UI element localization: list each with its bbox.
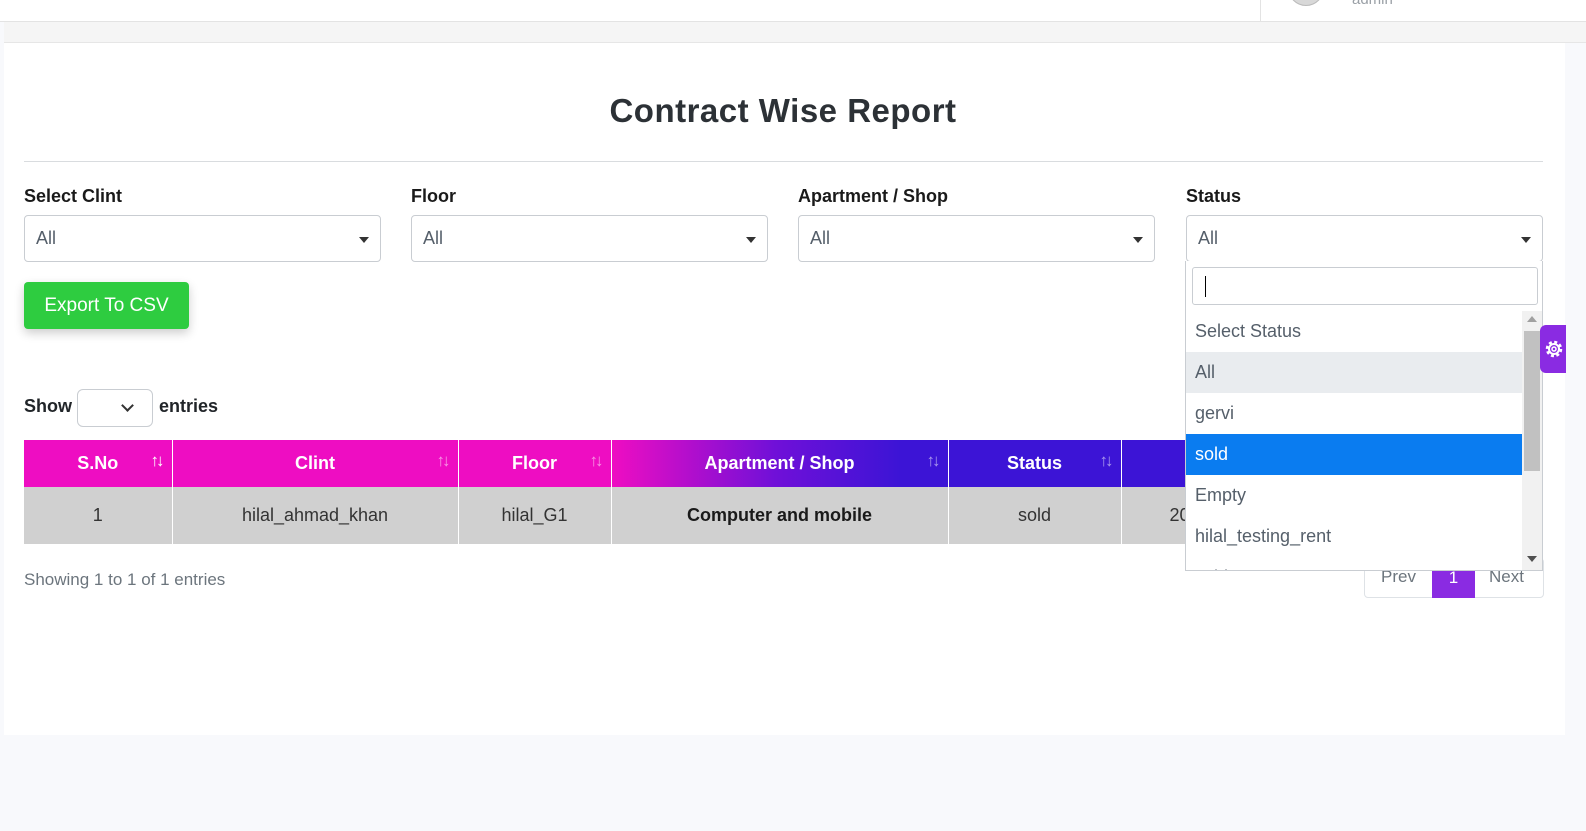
column-header-label: Status [1006,453,1062,473]
client-select[interactable]: All [24,215,381,262]
scrollbar-thumb[interactable] [1524,331,1540,471]
dropdown-option[interactable]: sold [1186,557,1522,570]
cell-floor: hilal_G1 [458,487,612,544]
title-divider [24,161,1543,162]
dropdown-options: Select Status All gervi sold Empty hilal… [1186,311,1522,570]
settings-tab[interactable] [1540,325,1566,373]
column-header-label: S.No [77,453,119,473]
table-row: 1 hilal_ahmad_khan hilal_G1 Computer and… [24,487,1186,544]
cell-apartment: Computer and mobile [611,487,949,544]
report-table-container: S.No ↑↓ Clint ↑↓ Floor ↑↓ Apartment / Shop ↑… [24,440,1186,544]
sort-icon: ↑↓ [589,451,604,470]
dropdown-option[interactable]: All [1186,352,1522,393]
column-header-apartment[interactable]: Apartment / Shop ↑↓ [611,440,949,487]
column-header-status[interactable]: Status ↑↓ [948,440,1122,487]
apartment-select-value: All [810,228,831,248]
client-filter-label: Select Clint [24,186,123,206]
navbar-divider [1260,0,1261,22]
scroll-down-icon[interactable] [1527,556,1537,562]
report-table: S.No ↑↓ Clint ↑↓ Floor ↑↓ Apartment / Shop ↑… [24,440,1186,544]
gear-icon [1545,340,1563,358]
top-navbar: admin [0,0,1586,22]
column-header-label: Apartment / Shop [704,453,855,473]
floor-select-value: All [423,228,444,248]
entries-label: entries [159,396,219,416]
table-info: Showing 1 to 1 of 1 entries [24,570,226,589]
apartment-select[interactable]: All [798,215,1155,262]
cell-client: hilal_ahmad_khan [172,487,459,544]
status-select[interactable]: All [1186,215,1543,262]
dropdown-option[interactable]: hilal_testing_rent [1186,516,1522,557]
page-title: Contract Wise Report [609,92,957,129]
status-filter-label: Status [1186,186,1242,206]
column-header-date[interactable] [1121,440,1186,487]
sort-icon: ↑↓ [436,451,451,470]
chevron-down-icon [121,399,134,412]
cell-date: 20 [1121,487,1186,544]
client-select-value: All [36,228,57,248]
dropdown-scrollbar[interactable] [1522,311,1542,570]
scroll-up-icon[interactable] [1527,316,1537,322]
caret-down-icon [746,237,756,243]
status-dropdown-menu: Select Status All gervi sold Empty hilal… [1185,261,1543,571]
sort-icon: ↑↓ [1099,451,1114,470]
export-csv-button[interactable]: Export To CSV [24,282,189,329]
column-header-client[interactable]: Clint ↑↓ [172,440,459,487]
dropdown-option-highlighted[interactable]: sold [1186,434,1522,475]
sort-icon: ↑↓ [926,451,941,470]
cell-status: sold [948,487,1122,544]
dropdown-option[interactable]: Empty [1186,475,1522,516]
floor-select[interactable]: All [411,215,768,262]
column-header-label: Clint [295,453,335,473]
entries-length-select[interactable] [77,389,153,427]
apartment-filter-label: Apartment / Shop [798,186,949,206]
cell-sno: 1 [24,487,173,544]
username-label[interactable]: admin [1352,0,1393,8]
dropdown-option[interactable]: gervi [1186,393,1522,434]
show-label: Show [24,396,72,416]
dropdown-search-input[interactable] [1192,267,1538,305]
caret-down-icon [359,237,369,243]
table-header-row: S.No ↑↓ Clint ↑↓ Floor ↑↓ Apartment / Shop ↑… [24,440,1186,487]
dropdown-option[interactable]: Select Status [1186,311,1522,352]
status-select-value: All [1198,228,1219,248]
text-cursor [1205,276,1206,297]
sort-icon: ↑↓ [150,451,165,470]
page-header-strip [4,22,1586,43]
column-header-label: Floor [512,453,557,473]
caret-down-icon [1521,237,1531,243]
floor-filter-label: Floor [411,186,456,206]
caret-down-icon [1133,237,1143,243]
avatar[interactable] [1288,0,1324,6]
column-header-sno[interactable]: S.No ↑↓ [24,440,173,487]
column-header-floor[interactable]: Floor ↑↓ [458,440,612,487]
